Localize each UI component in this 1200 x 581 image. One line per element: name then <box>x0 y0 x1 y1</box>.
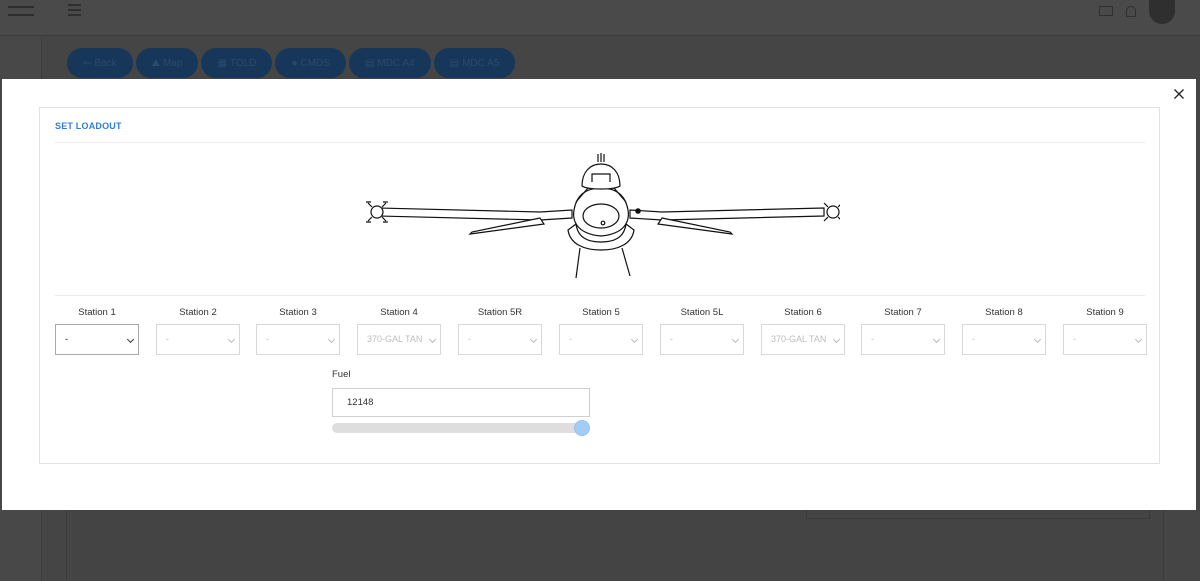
station-8: Station 8 - <box>962 307 1046 355</box>
told-button[interactable]: ▦ TOLD <box>201 48 273 78</box>
fuel-slider[interactable] <box>332 420 590 436</box>
chevron-down-icon <box>731 335 740 344</box>
station-5l: Station 5L - <box>660 307 744 355</box>
chevron-down-icon <box>327 335 336 344</box>
station-7: Station 7 - <box>861 307 945 355</box>
chevron-down-icon <box>126 335 135 344</box>
station-5-select[interactable]: - <box>559 324 643 355</box>
toolbar-tabs: ⇐ Back ⛰ Map ▦ TOLD ● CMDS ▤ MDC A4 ▤ MDC A5 <box>67 48 516 78</box>
document-icon: ▤ <box>364 57 375 69</box>
station-5r: Station 5R - <box>458 307 542 355</box>
station-label: Station 6 <box>784 307 822 318</box>
close-button[interactable] <box>1170 85 1188 103</box>
fuel-label: Fuel <box>332 369 351 380</box>
divider <box>55 295 1145 296</box>
mail-icon[interactable] <box>1099 6 1113 16</box>
loadout-card: SET LOADOUT Station 1 - Station 2 - Stat… <box>39 107 1160 464</box>
slider-thumb[interactable] <box>574 420 590 436</box>
chevron-down-icon <box>1033 335 1042 344</box>
arrow-left-icon: ⇐ <box>83 57 92 69</box>
map-button[interactable]: ⛰ Map <box>135 48 199 78</box>
avatar[interactable] <box>1149 0 1175 24</box>
station-label: Station 8 <box>985 307 1023 318</box>
station-9: Station 9 - <box>1063 307 1147 355</box>
chevron-down-icon <box>428 335 437 344</box>
station-label: Station 4 <box>380 307 418 318</box>
station-label: Station 5 <box>582 307 620 318</box>
mdc-a5-button[interactable]: ▤ MDC A5 <box>433 48 516 78</box>
card-title: SET LOADOUT <box>55 121 122 131</box>
station-2-select[interactable]: - <box>156 324 240 355</box>
fuel-input[interactable] <box>332 388 590 417</box>
logo-icon[interactable] <box>8 6 34 16</box>
chevron-down-icon <box>1134 335 1143 344</box>
station-9-select[interactable]: - <box>1063 324 1147 355</box>
chevron-down-icon <box>932 335 941 344</box>
top-navbar <box>0 0 1200 36</box>
document-icon: ▤ <box>449 57 460 69</box>
bell-icon[interactable] <box>1126 6 1136 17</box>
station-8-select[interactable]: - <box>962 324 1046 355</box>
mdc-a4-button[interactable]: ▤ MDC A4 <box>348 48 431 78</box>
station-3: Station 3 - <box>256 307 340 355</box>
stations-row: Station 1 - Station 2 - Station 3 - Stat… <box>55 307 1147 357</box>
station-4-select[interactable]: 370-GAL TAN <box>357 324 441 355</box>
aircraft-front-view-icon <box>366 153 840 279</box>
station-label: Station 5R <box>477 307 523 318</box>
station-5l-select[interactable]: - <box>660 324 744 355</box>
station-label: Station 7 <box>884 307 922 318</box>
station-7-select[interactable]: - <box>861 324 945 355</box>
station-5r-select[interactable]: - <box>458 324 542 355</box>
station-1: Station 1 - <box>55 307 139 355</box>
globe-icon: ● <box>291 57 298 69</box>
back-button[interactable]: ⇐ Back <box>67 48 133 78</box>
chevron-down-icon <box>630 335 639 344</box>
station-label: Station 2 <box>179 307 217 318</box>
menu-icon[interactable] <box>68 4 81 16</box>
chevron-down-icon <box>529 335 538 344</box>
calculator-icon: ▦ <box>217 57 227 69</box>
loadout-modal: SET LOADOUT Station 1 - Station 2 - Stat… <box>2 79 1196 510</box>
station-3-select[interactable]: - <box>256 324 340 355</box>
map-icon: ⛰ <box>151 57 161 69</box>
close-icon <box>1174 89 1184 99</box>
station-6-select[interactable]: 370-GAL TAN <box>761 324 845 355</box>
station-4: Station 4 370-GAL TAN <box>357 307 441 355</box>
station-label: Station 3 <box>279 307 317 318</box>
chevron-down-icon <box>227 335 236 344</box>
station-label: Station 1 <box>78 307 116 318</box>
chevron-down-icon <box>832 335 841 344</box>
station-2: Station 2 - <box>156 307 240 355</box>
station-label: Station 5L <box>680 307 724 318</box>
station-label: Station 9 <box>1086 307 1124 318</box>
station-5: Station 5 - <box>559 307 643 355</box>
station-1-select[interactable]: - <box>55 324 139 355</box>
station-6: Station 6 370-GAL TAN <box>761 307 845 355</box>
cmds-button[interactable]: ● CMDS <box>275 48 346 78</box>
divider <box>55 142 1145 143</box>
